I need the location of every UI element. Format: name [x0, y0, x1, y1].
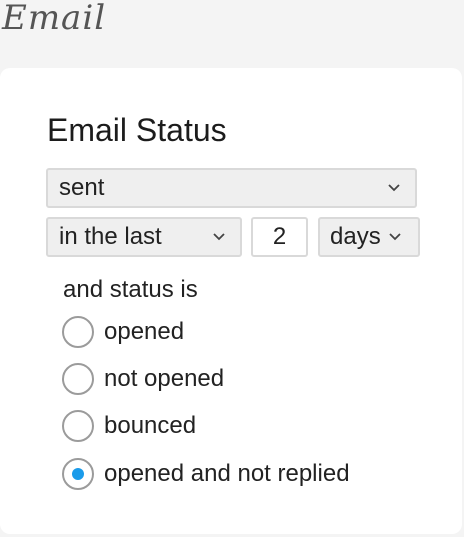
radio-option-not-opened[interactable]: not opened: [62, 362, 224, 396]
section-label: Email: [2, 0, 107, 38]
radio-label: not opened: [104, 365, 225, 392]
radio-button[interactable]: [62, 410, 94, 442]
radio-option-bounced[interactable]: bounced: [62, 409, 196, 443]
radio-option-opened-not-replied[interactable]: opened and not replied: [62, 457, 350, 491]
chevron-down-icon: [389, 233, 401, 241]
chevron-down-icon: [213, 233, 225, 241]
radio-label: bounced: [104, 412, 197, 439]
radio-option-opened[interactable]: opened: [62, 315, 184, 349]
radio-label: opened: [104, 318, 185, 345]
range-select-value: in the last: [59, 223, 162, 250]
unit-select[interactable]: days: [318, 217, 420, 257]
status-select-value: sent: [59, 174, 105, 201]
day-count-input[interactable]: [251, 217, 308, 257]
range-select[interactable]: in the last: [46, 217, 242, 257]
radio-button-selected[interactable]: [62, 458, 94, 490]
radio-button[interactable]: [62, 316, 94, 348]
chevron-down-icon: [388, 184, 400, 192]
card-title: Email Status: [47, 112, 227, 148]
status-select[interactable]: sent: [46, 168, 417, 208]
radio-label: opened and not replied: [104, 460, 350, 487]
radio-button[interactable]: [62, 363, 94, 395]
unit-select-value: days: [330, 223, 381, 250]
status-is-label: and status is: [63, 276, 198, 303]
